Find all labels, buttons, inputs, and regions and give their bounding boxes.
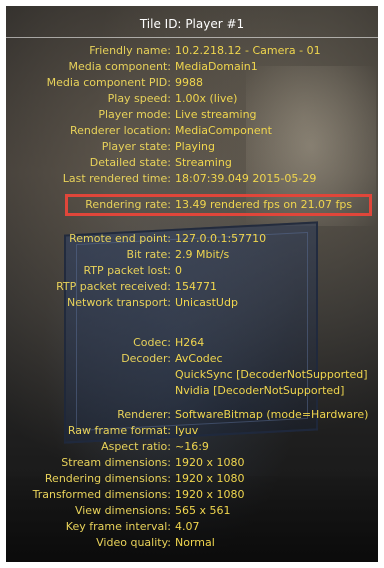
info-row: Friendly name: 10.2.218.12 - Camera - 01: [6, 43, 378, 59]
info-value: ~16:9: [175, 440, 209, 453]
info-row: Play speed: 1.00x (live): [6, 91, 378, 107]
info-value: Playing: [175, 140, 215, 153]
info-value: Normal: [175, 536, 215, 549]
frame: Tile ID: Player #1 Friendly name: 10.2.2…: [0, 0, 384, 568]
info-row: Stream dimensions: 1920 x 1080: [6, 455, 378, 471]
info-value: 4.07: [175, 520, 200, 533]
info-row: Codec: H264: [6, 335, 378, 351]
info-value: Nvidia [DecoderNotSupported]: [175, 384, 345, 397]
info-label: RTP packet lost:: [83, 264, 171, 277]
info-value: UnicastUdp: [175, 296, 238, 309]
info-row: Key frame interval: 4.07: [6, 519, 378, 535]
info-row: Aspect ratio: ~16:9: [6, 439, 378, 455]
info-value: 1920 x 1080: [175, 472, 245, 485]
info-row: Media component: MediaDomain1: [6, 59, 378, 75]
info-row: Transformed dimensions: 1920 x 1080: [6, 487, 378, 503]
info-row: Renderer: SoftwareBitmap (mode=Hardware): [6, 407, 378, 423]
info-label: Stream dimensions:: [61, 456, 171, 469]
info-row: Detailed state: Streaming: [6, 155, 378, 171]
tile-title-value: Player #1: [185, 17, 245, 31]
info-label: Transformed dimensions:: [32, 488, 171, 501]
info-row: Network transport: UnicastUdp: [6, 295, 378, 311]
info-row: Video quality: Normal: [6, 535, 378, 551]
info-label: Bit rate:: [126, 248, 171, 261]
info-value: 9988: [175, 76, 203, 89]
info-label: Last rendered time:: [62, 172, 171, 185]
info-row: Decoder: AvCodec: [6, 351, 378, 367]
info-label: Video quality:: [96, 536, 171, 549]
info-row: View dimensions: 565 x 561: [6, 503, 378, 519]
info-value: SoftwareBitmap (mode=Hardware): [175, 408, 369, 421]
info-value: 0: [175, 264, 182, 277]
info-row: Media component PID: 9988: [6, 75, 378, 91]
info-label: Renderer location:: [69, 124, 171, 137]
info-value: 127.0.0.1:57710: [175, 232, 267, 245]
info-value: QuickSync [DecoderNotSupported]: [175, 368, 368, 381]
info-label: RTP packet received:: [56, 280, 171, 293]
info-value: MediaDomain1: [175, 60, 258, 73]
info-row-continued: QuickSync [DecoderNotSupported]: [6, 367, 378, 383]
info-value: 2.9 Mbit/s: [175, 248, 230, 261]
tile-title-prefix: Tile ID:: [139, 17, 182, 31]
info-row: Last rendered time: 18:07:39.049 2015-05…: [6, 171, 378, 187]
info-row-continued: Nvidia [DecoderNotSupported]: [6, 383, 378, 399]
info-value: MediaComponent: [175, 124, 272, 137]
info-row: Bit rate: 2.9 Mbit/s: [6, 247, 378, 263]
rendering-rate-highlight: [65, 194, 372, 216]
info-label: Key frame interval:: [65, 520, 171, 533]
info-label: Friendly name:: [89, 44, 171, 57]
info-value: H264: [175, 336, 205, 349]
info-row: Player mode: Live streaming: [6, 107, 378, 123]
info-label: Renderer:: [117, 408, 171, 421]
title-divider: [6, 37, 378, 38]
info-label: Media component PID:: [46, 76, 171, 89]
video-tile[interactable]: Tile ID: Player #1 Friendly name: 10.2.2…: [6, 6, 378, 562]
info-value: AvCodec: [175, 352, 223, 365]
info-value: 154771: [175, 280, 217, 293]
info-value: Streaming: [175, 156, 232, 169]
info-value: 18:07:39.049 2015-05-29: [175, 172, 317, 185]
info-label: Decoder:: [121, 352, 171, 365]
info-label: Player state:: [101, 140, 171, 153]
info-label: Player mode:: [98, 108, 171, 121]
info-label: Codec:: [133, 336, 171, 349]
info-label: View dimensions:: [74, 504, 171, 517]
info-row: Renderer location: MediaComponent: [6, 123, 378, 139]
info-value: 1.00x (live): [175, 92, 238, 105]
info-row: Rendering dimensions: 1920 x 1080: [6, 471, 378, 487]
info-value: 1920 x 1080: [175, 488, 245, 501]
info-row: RTP packet received: 154771: [6, 279, 378, 295]
info-label: Media component:: [68, 60, 171, 73]
info-label: Rendering dimensions:: [44, 472, 171, 485]
info-value: 1920 x 1080: [175, 456, 245, 469]
info-label: Network transport:: [67, 296, 171, 309]
info-value: Live streaming: [175, 108, 257, 121]
info-row: RTP packet lost: 0: [6, 263, 378, 279]
info-row: Remote end point: 127.0.0.1:57710: [6, 231, 378, 247]
info-row: Player state: Playing: [6, 139, 378, 155]
info-label: Remote end point:: [69, 232, 171, 245]
info-value: 10.2.218.12 - Camera - 01: [175, 44, 321, 57]
tile-title: Tile ID: Player #1: [6, 14, 378, 34]
info-value: 565 x 561: [175, 504, 231, 517]
info-label: Raw frame format:: [67, 424, 171, 437]
info-label: Detailed state:: [89, 156, 171, 169]
info-label: Aspect ratio:: [101, 440, 171, 453]
info-row: Raw frame format: Iyuv: [6, 423, 378, 439]
info-label: Play speed:: [107, 92, 171, 105]
info-value: Iyuv: [175, 424, 199, 437]
